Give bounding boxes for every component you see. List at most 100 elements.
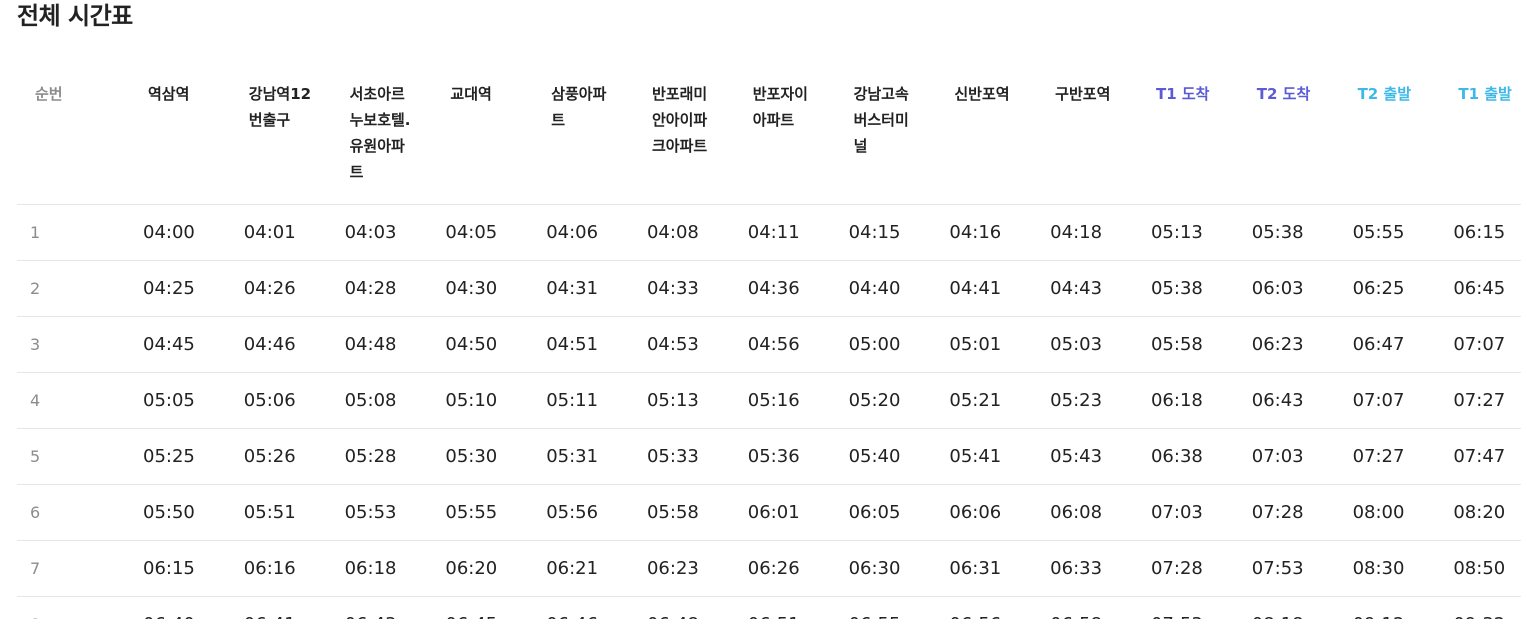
time-cell: 06:51 [734,596,836,619]
time-cell: 05:53 [331,484,433,541]
table-row: 5 05:25 05:26 05:28 05:30 05:31 05:33 05:36 05:4… [17,428,1521,485]
header-row: 순번 역삼역 강남역12번출구 서초아르누보호텔.유원아파트 교대역 삼풍아파트 반포래미안… [17,68,1521,205]
row-seq-cell: 6 [17,484,130,541]
time-cell: 05:01 [936,316,1038,373]
time-cell: 06:23 [633,540,735,597]
time-cell: 05:13 [633,372,735,429]
time-cell: 09:32 [1440,596,1521,619]
time-cell: 07:28 [1137,540,1239,597]
time-cell: 04:16 [936,204,1038,261]
time-cell: 05:56 [533,484,634,541]
timetable-scroll-area[interactable]: 순번 역삼역 강남역12번출구 서초아르누보호텔.유원아파트 교대역 삼풍아파트 반포래미안… [17,68,1521,619]
column-header-seq: 순번 [17,68,130,205]
time-cell: 05:58 [1137,316,1239,373]
time-cell: 04:01 [230,204,332,261]
time-cell: 04:11 [734,204,836,261]
time-cell: 05:30 [432,428,534,485]
time-cell: 04:53 [633,316,735,373]
timetable-header: 순번 역삼역 강남역12번출구 서초아르누보호텔.유원아파트 교대역 삼풍아파트 반포래미안… [17,68,1521,205]
table-row: 2 04:25 04:26 04:28 04:30 04:31 04:33 04:36 04:4… [17,260,1521,317]
table-row: 4 05:05 05:06 05:08 05:10 05:11 05:13 05:16 05:2… [17,372,1521,429]
time-cell: 05:13 [1137,204,1239,261]
row-seq-cell: 2 [17,260,130,317]
column-header-12: T2 도착 [1238,68,1340,205]
timetable: 순번 역삼역 강남역12번출구 서초아르누보호텔.유원아파트 교대역 삼풍아파트 반포래미안… [17,68,1521,619]
time-cell: 04:36 [734,260,836,317]
time-cell: 06:18 [331,540,433,597]
time-cell: 05:03 [1037,316,1138,373]
time-cell: 06:40 [130,596,231,619]
time-cell: 07:27 [1339,428,1441,485]
time-cell: 06:45 [432,596,534,619]
column-header-10: 구반포역 [1037,68,1138,205]
time-cell: 04:25 [130,260,231,317]
time-cell: 04:41 [936,260,1038,317]
time-cell: 05:51 [230,484,332,541]
time-cell: 06:15 [1440,204,1521,261]
time-cell: 06:43 [331,596,433,619]
time-cell: 06:20 [432,540,534,597]
table-row: 1 04:00 04:01 04:03 04:05 04:06 04:08 04:11 04:1… [17,204,1521,261]
time-cell: 05:40 [835,428,937,485]
time-cell: 06:01 [734,484,836,541]
time-cell: 04:03 [331,204,433,261]
time-cell: 04:15 [835,204,937,261]
table-row: 7 06:15 06:16 06:18 06:20 06:21 06:23 06:26 06:3… [17,540,1521,597]
time-cell: 05:38 [1238,204,1340,261]
column-header-14: T1 출발 [1440,68,1521,205]
time-cell: 06:05 [835,484,937,541]
time-cell: 07:53 [1137,596,1239,619]
column-header-11: T1 도착 [1137,68,1239,205]
time-cell: 07:53 [1238,540,1340,597]
time-cell: 08:18 [1238,596,1340,619]
time-cell: 06:41 [230,596,332,619]
time-cell: 04:05 [432,204,534,261]
time-cell: 06:56 [936,596,1038,619]
column-header-9: 신반포역 [936,68,1038,205]
time-cell: 07:07 [1339,372,1441,429]
time-cell: 07:47 [1440,428,1521,485]
time-cell: 05:36 [734,428,836,485]
time-cell: 05:00 [835,316,937,373]
time-cell: 06:08 [1037,484,1138,541]
time-cell: 07:03 [1137,484,1239,541]
time-cell: 04:50 [432,316,534,373]
row-seq-cell: 8 [17,596,130,619]
time-cell: 07:07 [1440,316,1521,373]
time-cell: 04:26 [230,260,332,317]
table-row: 806:4006:4106:4306:4506:4606:4806:5106:5… [17,596,1521,619]
time-cell: 08:20 [1440,484,1521,541]
time-cell: 08:00 [1339,484,1441,541]
time-cell: 04:40 [835,260,937,317]
row-seq-cell: 7 [17,540,130,597]
time-cell: 04:00 [130,204,231,261]
time-cell: 05:23 [1037,372,1138,429]
time-cell: 04:06 [533,204,634,261]
time-cell: 04:43 [1037,260,1138,317]
time-cell: 06:30 [835,540,937,597]
row-seq-cell: 5 [17,428,130,485]
column-header-3: 서초아르누보호텔.유원아파트 [331,68,433,205]
time-cell: 05:55 [432,484,534,541]
time-cell: 05:43 [1037,428,1138,485]
time-cell: 05:21 [936,372,1038,429]
time-cell: 04:30 [432,260,534,317]
time-cell: 06:38 [1137,428,1239,485]
time-cell: 08:50 [1440,540,1521,597]
time-cell: 05:05 [130,372,231,429]
time-cell: 06:25 [1339,260,1441,317]
time-cell: 05:25 [130,428,231,485]
time-cell: 06:16 [230,540,332,597]
page-title: 전체 시간표 [17,2,133,30]
time-cell: 06:55 [835,596,937,619]
time-cell: 08:30 [1339,540,1441,597]
time-cell: 06:46 [533,596,634,619]
time-cell: 06:43 [1238,372,1340,429]
column-header-1: 역삼역 [130,68,231,205]
time-cell: 05:38 [1137,260,1239,317]
time-cell: 04:51 [533,316,634,373]
table-row: 3 04:45 04:46 04:48 04:50 04:51 04:53 04:56 05:0… [17,316,1521,373]
time-cell: 06:58 [1037,596,1138,619]
time-cell: 04:08 [633,204,735,261]
column-header-8: 강남고속버스터미널 [835,68,937,205]
